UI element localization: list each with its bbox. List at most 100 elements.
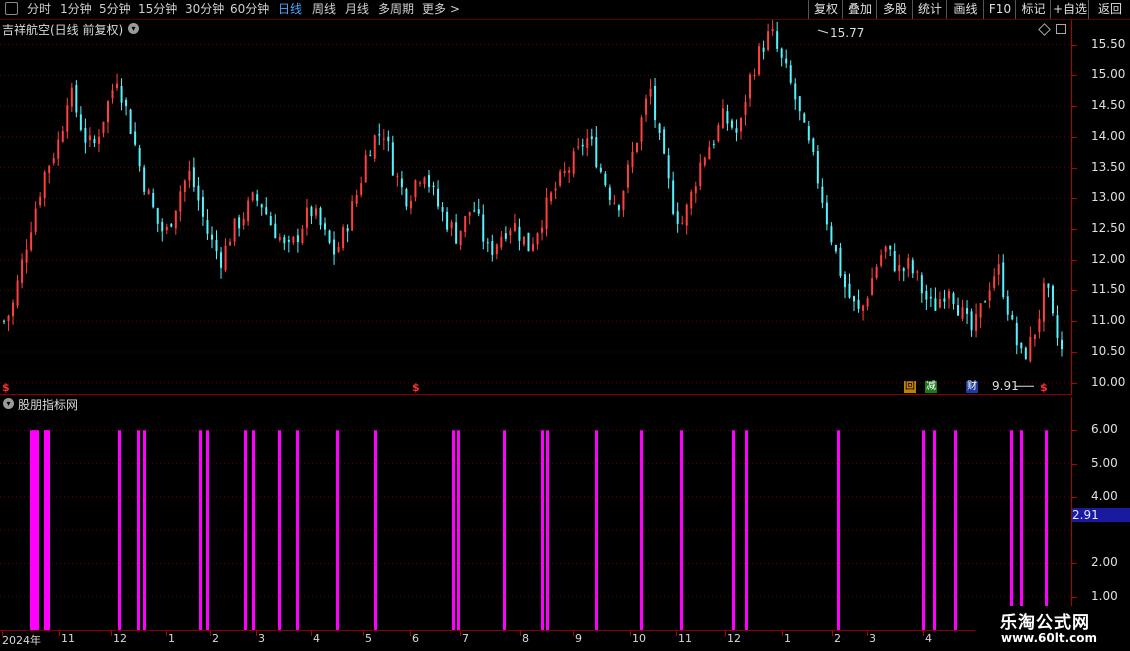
indicator-menu-icon[interactable]: ▾ <box>3 398 14 409</box>
candle-body <box>604 173 607 186</box>
candle-body <box>423 177 426 184</box>
event-marker-hui[interactable]: 回 <box>904 381 916 393</box>
toolbar-button-3[interactable]: 统计 <box>912 0 947 19</box>
price-tick-label: 12.00 <box>1091 251 1126 266</box>
date-tick <box>630 631 631 636</box>
date-tick <box>676 631 677 636</box>
period-tab-4[interactable]: 30分钟 <box>185 1 224 18</box>
candle-body <box>1029 336 1032 362</box>
candle-body <box>1061 339 1063 350</box>
candle-body <box>296 235 299 243</box>
candle-body <box>125 99 128 107</box>
signal-bar <box>595 430 598 630</box>
candle-body <box>351 201 354 231</box>
candle-body <box>7 315 10 322</box>
candle-body <box>993 276 996 288</box>
price-tick <box>1072 136 1077 138</box>
indicator-tick <box>1072 563 1077 565</box>
candle-body <box>902 268 905 272</box>
candle-body <box>812 138 815 152</box>
price-tick-label: 10.00 <box>1091 374 1126 389</box>
toolbar-button-7[interactable]: +自选 <box>1050 0 1089 19</box>
indicator-tick-label: 2.00 <box>1091 555 1118 570</box>
date-tick <box>520 631 521 636</box>
event-marker-cai[interactable]: 财 <box>966 381 978 393</box>
kline-chart[interactable]: 15.77 9.91 $ $ $ <box>0 20 1072 632</box>
current-value-badge: 2.91 <box>1072 508 1130 522</box>
candle-body <box>622 191 625 211</box>
candle-body <box>676 211 679 224</box>
price-tick-label: 14.00 <box>1091 128 1126 143</box>
candle-body <box>360 183 363 195</box>
candle-body <box>355 194 358 204</box>
candle-body <box>658 123 661 133</box>
menu-icon[interactable] <box>5 2 18 15</box>
toolbar-button-1[interactable]: 叠加 <box>842 0 877 19</box>
candle-body <box>690 191 693 209</box>
toolbar-button-0[interactable]: 复权 <box>808 0 843 19</box>
candle-body <box>916 271 919 273</box>
candle-body <box>843 274 846 288</box>
date-label: 9 <box>575 632 582 645</box>
period-toolbar: 分时 1分钟 5分钟 15分钟 30分钟 60分钟 日线 周线 月线 多周期 更多 > 复权 叠加 多股统… <box>0 0 1130 19</box>
candle-body <box>504 233 507 239</box>
candle-body <box>563 170 566 174</box>
candle-body <box>39 196 42 206</box>
candle-body <box>708 147 711 160</box>
period-tab-8[interactable]: 月线 <box>345 1 369 18</box>
price-tick-label: 10.50 <box>1091 343 1126 358</box>
period-tab-1[interactable]: 1分钟 <box>60 1 92 18</box>
candle-body <box>378 134 381 136</box>
period-tab-2[interactable]: 5分钟 <box>99 1 131 18</box>
date-label: 8 <box>522 632 529 645</box>
candle-body <box>333 239 336 255</box>
signal-bar <box>933 430 936 630</box>
toolbar-button-8[interactable]: 返回 <box>1088 0 1130 19</box>
candle-body <box>532 244 534 251</box>
candle-body <box>767 31 770 50</box>
candle-body <box>369 155 372 157</box>
candle-body <box>771 28 774 32</box>
date-label: 4 <box>313 632 320 645</box>
signal-bar <box>680 430 683 630</box>
date-tick <box>311 631 312 636</box>
candle-body <box>473 210 476 212</box>
event-marker-jian[interactable]: 减 <box>925 381 937 393</box>
candle-body <box>694 186 697 194</box>
candle-body <box>513 223 516 232</box>
candle-body <box>586 138 589 148</box>
toolbar-button-6[interactable]: 标记 <box>1015 0 1051 19</box>
candle-body <box>640 117 643 142</box>
period-tab-10[interactable]: 更多 > <box>422 1 460 18</box>
toolbar-button-4[interactable]: 画线 <box>946 0 984 19</box>
candle-body <box>599 167 602 172</box>
candle-body <box>188 170 191 181</box>
period-tab-0[interactable]: 分时 <box>27 1 51 18</box>
candle-body <box>970 311 973 331</box>
candle-body <box>880 255 883 266</box>
period-tab-5[interactable]: 60分钟 <box>230 1 269 18</box>
toolbar-button-5[interactable]: F10 <box>983 0 1016 19</box>
date-label: 3 <box>869 632 876 645</box>
candle-body <box>201 196 204 217</box>
period-tab-9[interactable]: 多周期 <box>378 1 414 18</box>
price-tick <box>1072 290 1077 292</box>
candle-body <box>400 178 403 188</box>
candle-body <box>396 175 399 177</box>
period-tab-6[interactable]: 日线 <box>278 1 302 18</box>
candle-body <box>305 207 308 228</box>
candle-body <box>75 85 78 113</box>
period-tab-7[interactable]: 周线 <box>312 1 336 18</box>
signal-bar <box>546 430 549 630</box>
date-label: 10 <box>632 632 646 645</box>
candle-body <box>635 142 638 153</box>
watermark-name: 乐淘公式网 <box>1000 613 1090 633</box>
candle-body <box>183 180 186 192</box>
candle-body <box>595 137 598 168</box>
period-tab-3[interactable]: 15分钟 <box>138 1 177 18</box>
high-arrow <box>817 29 829 34</box>
candle-body <box>862 305 865 311</box>
candle-body <box>93 138 96 144</box>
toolbar-button-2[interactable]: 多股 <box>876 0 913 19</box>
candle-body <box>486 242 489 244</box>
